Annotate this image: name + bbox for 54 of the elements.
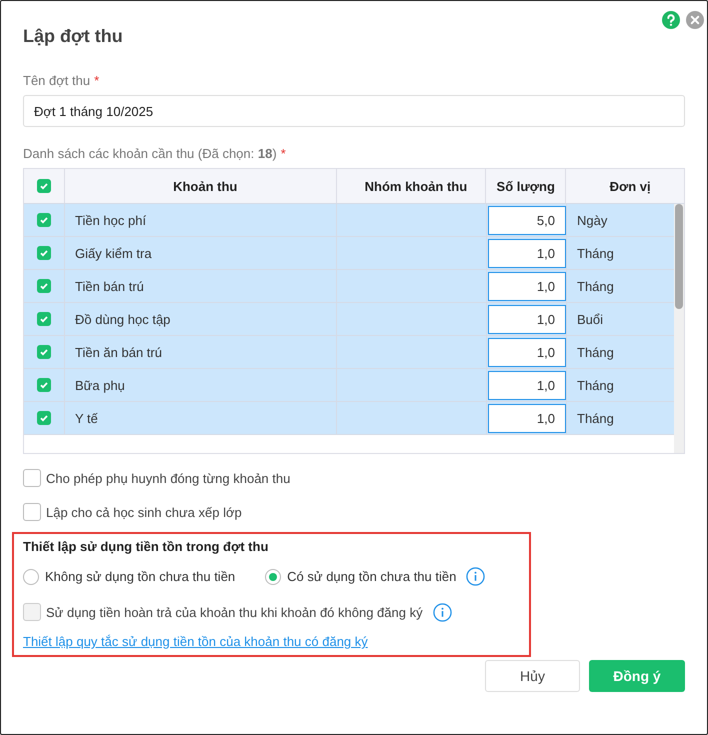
table-cell: Đồ dùng học tập — [75, 312, 170, 326]
row-checkbox[interactable] — [37, 246, 51, 260]
table-cell: Tháng — [577, 344, 614, 360]
column-header: Số lượng — [486, 169, 566, 203]
quantity-input-field[interactable]: 1,0 — [488, 338, 566, 366]
field-label: Tên đợt thu — [23, 73, 90, 88]
quantity-input-field[interactable]: 1,0 — [488, 404, 566, 432]
row-checkbox[interactable] — [37, 345, 51, 359]
table-cell: Tiền bán trú — [75, 278, 144, 294]
radio-button[interactable] — [265, 568, 282, 584]
option-label: Sử dụng tiền hoàn trả của khoản thu khi khoản đó không đăng ký — [46, 604, 423, 620]
checkbox[interactable] — [23, 503, 41, 521]
row-checkbox[interactable] — [37, 213, 51, 227]
quantity-input-field[interactable]: 1,0 — [488, 370, 566, 400]
required-mark: * — [280, 146, 286, 161]
cancel-button[interactable]: Hủy — [485, 660, 580, 692]
required-mark: * — [94, 73, 100, 88]
table-cell: Buổi — [577, 312, 604, 326]
section-title: Thiết lập sử dụng tiền tồn trong đợt thu — [23, 539, 270, 554]
table-cell: Tháng — [577, 410, 614, 426]
column-header: Khoản thu — [64, 169, 337, 203]
quantity-input-field[interactable]: 1,0 — [488, 272, 566, 300]
table-cell: Tiền học phí — [75, 212, 146, 228]
table-cell: Tiền ăn bán trú — [75, 344, 162, 360]
scrollbar-thumb[interactable] — [675, 204, 683, 309]
option-label: Cho phép phụ huynh đóng từng khoản thu — [46, 470, 290, 486]
column-header: Nhóm khoản thu — [336, 169, 486, 203]
table-cell: Tháng — [577, 278, 614, 294]
column-header: Đơn vị — [608, 178, 652, 196]
info-icon[interactable] — [466, 567, 486, 586]
close-icon[interactable] — [686, 11, 704, 29]
name-input-field[interactable]: Đợt 1 tháng 10/2025 — [23, 95, 685, 127]
checkbox[interactable] — [23, 469, 41, 487]
row-checkbox[interactable] — [37, 411, 51, 425]
row-checkbox[interactable] — [37, 378, 51, 392]
select-all-checkbox[interactable] — [36, 179, 51, 193]
radio-label: Không sử dụng tồn chưa thu tiền — [45, 569, 236, 584]
table-cell: Ngày — [577, 212, 608, 228]
table-cell: Tháng — [577, 378, 614, 392]
dialog-title: Lập đợt thu — [23, 26, 123, 47]
table-cell: Y tế — [75, 410, 98, 426]
list-label: Danh sách các khoản cần thu (Đã chọn: 18) — [23, 146, 277, 161]
row-checkbox[interactable] — [37, 312, 51, 326]
quantity-input-field[interactable]: 5,0 — [488, 206, 566, 234]
table-cell: Giấy kiểm tra — [75, 246, 152, 260]
quantity-input-field[interactable]: 1,0 — [488, 304, 566, 334]
table-cell: Bữa phụ — [75, 378, 125, 392]
table-cell: Tháng — [577, 246, 614, 260]
radio-label: Có sử dụng tồn chưa thu tiền — [287, 569, 456, 584]
radio-button[interactable] — [23, 568, 39, 584]
option-label: Lập cho cả học sinh chưa xếp lớp — [46, 504, 242, 520]
quantity-input-field[interactable]: 1,0 — [488, 238, 566, 268]
help-icon[interactable] — [662, 11, 680, 29]
row-checkbox[interactable] — [37, 279, 51, 293]
